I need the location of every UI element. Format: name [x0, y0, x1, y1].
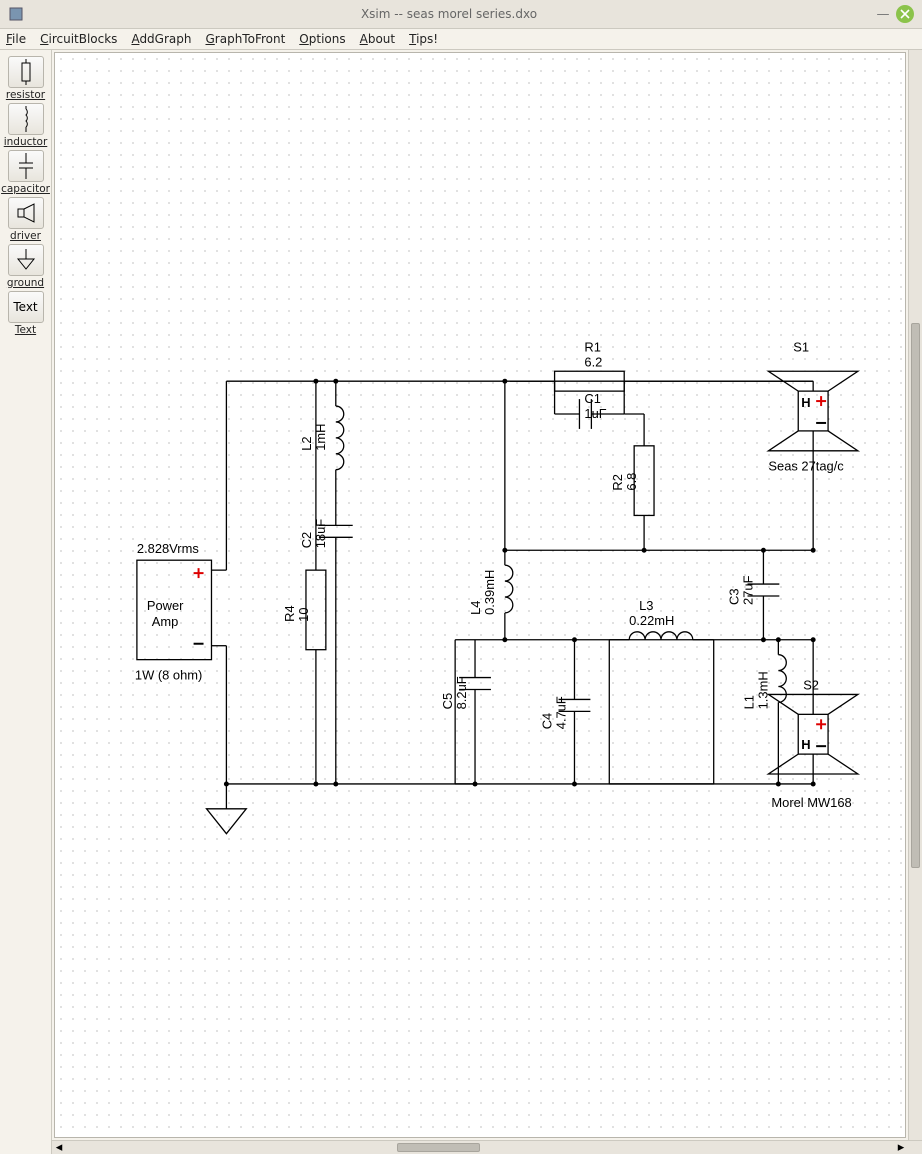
inductor-icon	[19, 106, 33, 132]
l4-name: L4	[468, 601, 483, 615]
amp-name2: Amp	[152, 614, 179, 629]
c2-name: C2	[299, 532, 314, 549]
r1-value: 6.2	[584, 354, 602, 369]
menu-addgraph[interactable]: AddGraph	[131, 32, 191, 46]
c5-name: C5	[440, 693, 455, 710]
menubar: File CircuitBlocks AddGraph GraphToFront…	[0, 28, 922, 50]
r4-value: 10	[296, 607, 311, 621]
vscroll-thumb[interactable]	[911, 323, 920, 868]
r4-name: R4	[282, 605, 297, 622]
tool-ground[interactable]: ground	[4, 244, 48, 289]
capacitor-icon	[16, 153, 36, 179]
l2-value: 1mH	[313, 424, 328, 451]
vertical-scrollbar[interactable]	[908, 50, 922, 1140]
l1-value: 1.3mH	[755, 671, 770, 709]
window-title: Xsim -- seas morel series.dxo	[28, 7, 870, 21]
app-icon	[8, 6, 24, 22]
tool-resistor[interactable]: resistor	[4, 56, 48, 101]
r1-name: R1	[584, 339, 601, 354]
l2-name: L2	[299, 436, 314, 450]
main-area: resistor inductor capacitor driver groun…	[0, 50, 922, 1154]
svg-text:H: H	[801, 737, 810, 752]
menu-options[interactable]: Options	[299, 32, 345, 46]
schematic-drawing: H H 2.828Vrms Power Amp 1W (8 ohm) R1 6.…	[55, 53, 905, 1137]
amp-power-label: 1W (8 ohm)	[135, 668, 202, 683]
c2-value: 18uF	[313, 519, 328, 549]
ground-icon	[16, 249, 36, 271]
l4-value: 0.39mH	[482, 570, 497, 615]
l1-name: L1	[741, 695, 756, 709]
menu-about[interactable]: About	[360, 32, 396, 46]
driver-icon	[14, 201, 38, 225]
menu-file[interactable]: File	[6, 32, 26, 46]
menu-graphtofront[interactable]: GraphToFront	[205, 32, 285, 46]
minimize-button[interactable]: —	[874, 5, 892, 23]
schematic-canvas[interactable]: H H 2.828Vrms Power Amp 1W (8 ohm) R1 6.…	[54, 52, 906, 1138]
menu-tips[interactable]: Tips!	[409, 32, 438, 46]
toolbox: resistor inductor capacitor driver groun…	[0, 50, 52, 1154]
tool-capacitor[interactable]: capacitor	[4, 150, 48, 195]
menu-circuitblocks[interactable]: CircuitBlocks	[40, 32, 117, 46]
c4-value: 4.7uF	[554, 696, 569, 729]
titlebar: Xsim -- seas morel series.dxo —	[0, 0, 922, 28]
amp-vrms-label: 2.828Vrms	[137, 541, 199, 556]
l3-value: 0.22mH	[629, 613, 674, 628]
svg-text:H: H	[801, 395, 810, 410]
c1-value: 1uF	[584, 406, 606, 421]
hscroll-thumb[interactable]	[397, 1143, 480, 1152]
r2-value: 6.8	[624, 473, 639, 491]
horizontal-scrollbar[interactable]: ◂ ▸	[52, 1140, 922, 1154]
s2-label: Morel MW168	[771, 795, 851, 810]
tool-text[interactable]: Text Text	[4, 291, 48, 336]
c3-name: C3	[727, 588, 742, 605]
c1-name: C1	[584, 391, 601, 406]
r2-name: R2	[610, 474, 625, 490]
hscroll-left-arrow[interactable]: ◂	[52, 1141, 66, 1154]
c5-value: 8.2uF	[454, 676, 469, 709]
tool-inductor[interactable]: inductor	[4, 103, 48, 148]
amp-name: Power	[147, 598, 184, 613]
resistor-icon	[19, 59, 33, 85]
tool-driver[interactable]: driver	[4, 197, 48, 242]
s1-name: S1	[793, 339, 809, 354]
text-icon: Text	[8, 291, 44, 323]
l3-name: L3	[639, 598, 653, 613]
c4-name: C4	[540, 713, 555, 730]
c3-value: 27uF	[740, 575, 755, 605]
s2-name: S2	[803, 677, 819, 692]
hscroll-right-arrow[interactable]: ▸	[894, 1141, 908, 1154]
s1-label: Seas 27tag/c	[768, 459, 844, 474]
close-button[interactable]	[896, 5, 914, 23]
